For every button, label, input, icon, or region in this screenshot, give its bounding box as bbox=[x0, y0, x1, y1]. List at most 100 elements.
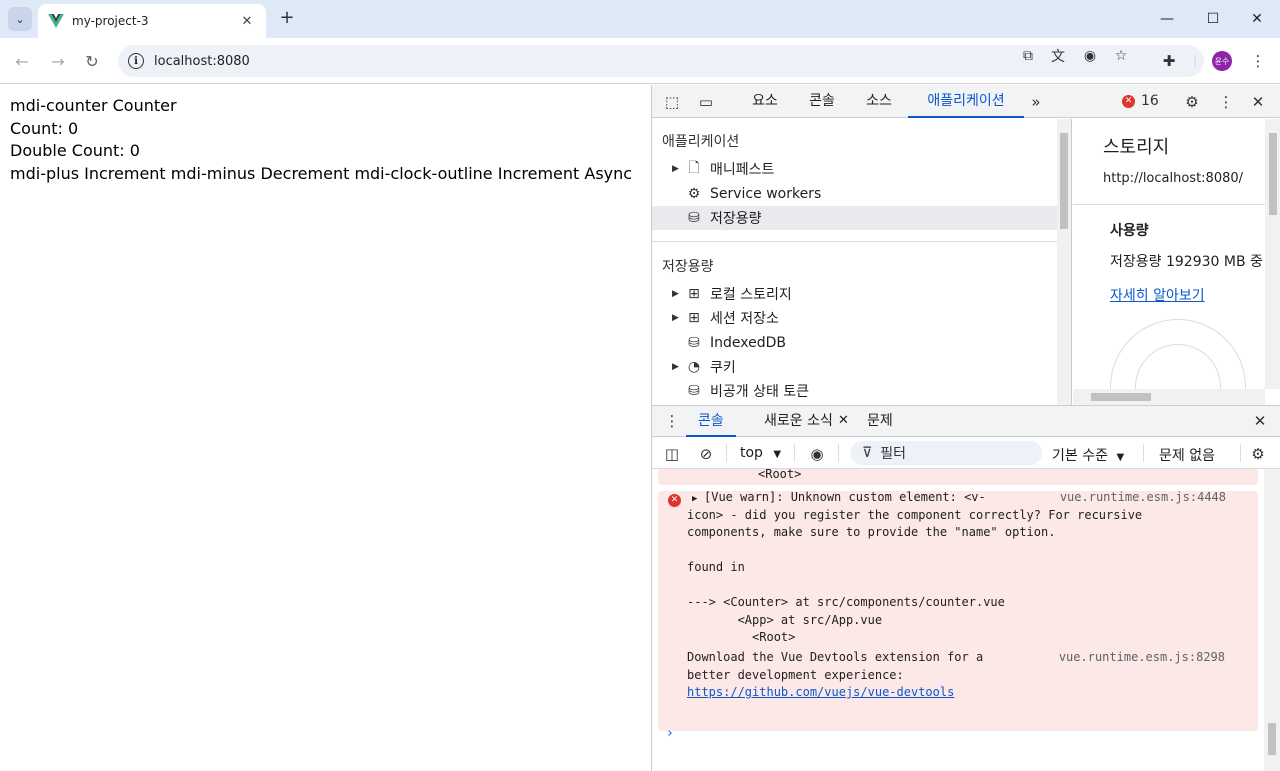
context-selector[interactable]: top ▼ bbox=[740, 445, 781, 461]
message-line: <App> at src/App.vue bbox=[687, 612, 883, 627]
bookmark-star-icon[interactable]: ☆ bbox=[1111, 46, 1131, 66]
storage-details-pane: 스토리지 http://localhost:8080/ 사용량 저장용량 192… bbox=[1073, 119, 1280, 405]
sidebar-scroll-thumb[interactable] bbox=[1060, 133, 1068, 229]
error-icon: ✕ bbox=[668, 494, 681, 507]
details-hscrollbar[interactable] bbox=[1073, 389, 1265, 405]
sidebar-item-manifest[interactable]: ▶ 🗋 매니페스트 bbox=[652, 157, 1057, 181]
filter-icon: ⊽ bbox=[862, 445, 873, 461]
console-settings-gear-icon[interactable]: ⚙ bbox=[1247, 443, 1269, 465]
error-counter[interactable]: ✕ 16 bbox=[1122, 93, 1159, 109]
details-hscroll-thumb[interactable] bbox=[1091, 393, 1151, 401]
usage-text: 저장용량 192930 MB 중 bbox=[1110, 254, 1263, 270]
tab-console[interactable]: 콘솔 bbox=[795, 85, 849, 118]
drawer-tab-whats-new[interactable]: 새로운 소식 bbox=[752, 406, 845, 437]
sidebar-toggle-icon[interactable]: ◫ bbox=[661, 443, 683, 465]
device-toolbar-icon[interactable]: ▭ bbox=[695, 91, 717, 113]
application-sidebar: 애플리케이션 ▶ 🗋 매니페스트 ⚙ Service workers ⛁ 저장용… bbox=[652, 119, 1072, 405]
details-scrollbar[interactable] bbox=[1265, 119, 1280, 389]
console-toolbar: ◫ ⊘ top ▼ ◉ ⊽ 필터 기본 수준 ▼ 문제 없음 ⚙ bbox=[652, 437, 1280, 469]
details-scroll-thumb[interactable] bbox=[1269, 133, 1277, 215]
sidebar-item-indexeddb[interactable]: ⛁ IndexedDB bbox=[652, 331, 1057, 355]
browser-tab[interactable]: my-project-3 ✕ bbox=[38, 4, 266, 38]
sidebar-item-label: 로컬 스토리지 bbox=[710, 287, 792, 303]
table-icon: ⊞ bbox=[688, 310, 700, 326]
expand-arrow-icon[interactable]: ▶ bbox=[672, 313, 682, 323]
close-drawer-icon[interactable]: ✕ bbox=[1249, 410, 1271, 432]
tab-elements[interactable]: 요소 bbox=[738, 85, 792, 118]
tab-sources[interactable]: 소스 bbox=[852, 85, 906, 118]
toolbar-divider bbox=[1240, 444, 1241, 462]
menu-icon[interactable]: ⋮ bbox=[1247, 50, 1269, 72]
gears-icon: ⚙ bbox=[687, 186, 701, 202]
toolbar-divider bbox=[1143, 444, 1144, 462]
address-bar[interactable]: i localhost:8080 bbox=[118, 45, 1204, 77]
maximize-button[interactable]: ☐ bbox=[1190, 6, 1236, 32]
more-options-icon[interactable]: ⋮ bbox=[1215, 91, 1237, 113]
issues-counter[interactable]: 문제 없음 bbox=[1159, 445, 1215, 465]
console-scroll-thumb[interactable] bbox=[1268, 723, 1276, 755]
expand-arrow-icon[interactable]: ▶ bbox=[672, 164, 682, 174]
more-tabs-icon[interactable]: » bbox=[1025, 91, 1047, 113]
url-text: localhost:8080 bbox=[154, 53, 250, 69]
new-tab-button[interactable]: + bbox=[276, 8, 298, 30]
message-line: Download the Vue Devtools extension for … bbox=[687, 650, 984, 664]
sidebar-item-local-storage[interactable]: ▶ ⊞ 로컬 스토리지 bbox=[652, 282, 1057, 306]
sidebar-item-label: 세션 저장소 bbox=[710, 311, 779, 327]
console-output: <Root> ✕ ▶ vue.runtime.esm.js:4448 [Vue … bbox=[652, 469, 1280, 771]
minimize-button[interactable]: — bbox=[1144, 6, 1190, 32]
drawer-menu-icon[interactable]: ⋮ bbox=[661, 410, 683, 432]
sidebar-item-storage[interactable]: ⛁ 저장용량 bbox=[652, 206, 1057, 230]
error-count: 16 bbox=[1141, 93, 1159, 109]
settings-gear-icon[interactable]: ⚙ bbox=[1181, 91, 1203, 113]
sidebar-item-service-workers[interactable]: ⚙ Service workers bbox=[652, 182, 1057, 206]
close-devtools-icon[interactable]: ✕ bbox=[1247, 91, 1269, 113]
log-levels-value: 기본 수준 bbox=[1052, 448, 1108, 464]
database-icon: ⛁ bbox=[688, 210, 700, 226]
sidebar-item-session-storage[interactable]: ▶ ⊞ 세션 저장소 bbox=[652, 306, 1057, 330]
extensions-icon[interactable]: ✚ bbox=[1158, 50, 1180, 72]
live-expression-eye-icon[interactable]: ◉ bbox=[806, 443, 828, 465]
sidebar-scrollbar[interactable] bbox=[1057, 119, 1071, 405]
console-scrollbar[interactable] bbox=[1264, 469, 1280, 771]
expand-arrow-icon[interactable]: ▶ bbox=[672, 289, 682, 299]
clear-console-icon[interactable]: ⊘ bbox=[695, 443, 717, 465]
devtools-link[interactable]: https://github.com/vuejs/vue-devtools bbox=[687, 684, 954, 702]
devtools-tabbar: ⬚ ▭ 요소 콘솔 소스 애플리케이션 » ✕ 16 ⚙ ⋮ ✕ bbox=[652, 85, 1280, 118]
usage-heading: 사용량 bbox=[1110, 223, 1149, 239]
button-labels: mdi-plus Increment mdi-minus Decrement m… bbox=[10, 163, 633, 183]
learn-more-link[interactable]: 자세히 알아보기 bbox=[1110, 285, 1205, 305]
drawer-tab-console[interactable]: 콘솔 bbox=[686, 406, 736, 437]
sidebar-item-cookies[interactable]: ▶ ◔ 쿠키 bbox=[652, 355, 1057, 379]
tab-close-icon[interactable]: ✕ bbox=[238, 14, 256, 29]
site-info-icon[interactable]: i bbox=[128, 53, 144, 69]
document-icon: 🗋 bbox=[688, 160, 700, 176]
sidebar-item-label: 저장용량 bbox=[710, 211, 762, 227]
log-levels-dropdown[interactable]: 기본 수준 ▼ bbox=[1052, 445, 1124, 465]
eye-icon[interactable]: ◉ bbox=[1080, 46, 1100, 66]
vue-logo-icon bbox=[48, 14, 64, 28]
error-icon: ✕ bbox=[1122, 94, 1135, 108]
tab-search-button[interactable]: ⌄ bbox=[8, 7, 32, 31]
toolbar-divider bbox=[838, 444, 839, 462]
console-filter-input[interactable]: ⊽ 필터 bbox=[850, 441, 1042, 465]
console-prompt-chevron-icon[interactable]: › bbox=[666, 725, 674, 743]
reload-button[interactable]: ↻ bbox=[80, 49, 104, 73]
drawer-tab-close-icon[interactable]: ✕ bbox=[838, 406, 849, 437]
counter-title: mdi-counter Counter bbox=[10, 96, 177, 115]
source-link[interactable]: vue.runtime.esm.js:4448 bbox=[1060, 489, 1226, 507]
tab-strip: ⌄ my-project-3 ✕ + — ☐ ✕ bbox=[0, 0, 1280, 38]
forward-button[interactable]: → bbox=[46, 49, 70, 73]
back-button[interactable]: ← bbox=[10, 49, 34, 73]
tab-application[interactable]: 애플리케이션 bbox=[908, 85, 1024, 118]
expand-arrow-icon[interactable]: ▶ bbox=[672, 362, 682, 372]
install-app-icon[interactable]: ⧉ bbox=[1018, 46, 1038, 66]
translate-icon[interactable]: 文 bbox=[1048, 46, 1068, 66]
drawer-tab-issues[interactable]: 문제 bbox=[855, 406, 905, 437]
section-divider bbox=[652, 241, 1057, 242]
sidebar-item-private-state-tokens[interactable]: ⛁ 비공개 상태 토큰 bbox=[652, 379, 1057, 403]
filter-placeholder: 필터 bbox=[880, 446, 907, 462]
window-close-button[interactable]: ✕ bbox=[1234, 6, 1280, 32]
avatar[interactable]: 윤수 bbox=[1212, 51, 1232, 71]
inspect-element-icon[interactable]: ⬚ bbox=[661, 91, 683, 113]
source-link[interactable]: vue.runtime.esm.js:8298 bbox=[1059, 649, 1225, 667]
